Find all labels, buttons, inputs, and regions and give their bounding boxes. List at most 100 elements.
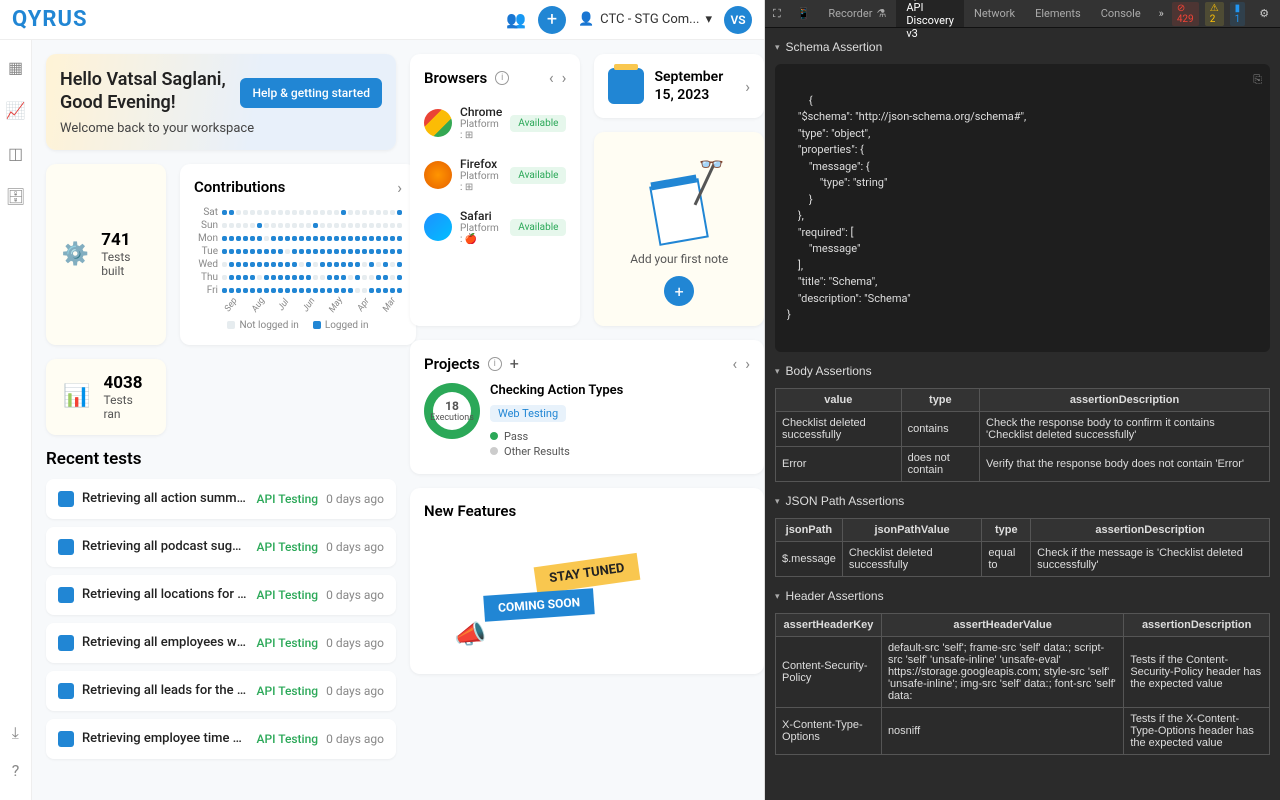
info-icon[interactable]: i <box>495 71 509 85</box>
project-title: Checking Action Types <box>490 383 750 399</box>
test-name: Retrieving all locations for th... <box>82 587 248 602</box>
test-time: 0 days ago <box>326 636 384 650</box>
next-icon[interactable]: › <box>562 68 567 87</box>
nav-help-icon[interactable]: ? <box>12 761 20 780</box>
browser-item: ChromePlatform : ⊞Available <box>424 97 566 149</box>
schema-assertion-header[interactable]: Schema Assertion <box>775 36 1270 58</box>
contribution-heatmap: SatSunMonTueWedThuFriSepAugJulJunMayAprM… <box>194 207 402 310</box>
group-icon[interactable]: 👥 <box>506 10 526 29</box>
table-header: value <box>776 389 902 412</box>
chevron-right-icon[interactable]: › <box>397 178 402 197</box>
device-icon[interactable]: 📱 <box>789 7 819 20</box>
test-tag: API Testing <box>256 588 318 602</box>
body: ▦ 📈 ◫ 🗄 ⤓ ? Hello Vatsal Saglani, Good E… <box>0 40 764 800</box>
help-button[interactable]: Help & getting started <box>240 78 382 108</box>
test-name: Retrieving all leads for the da... <box>82 683 248 698</box>
table-row: Errordoes not containVerify that the res… <box>776 447 1270 482</box>
test-item[interactable]: Retrieving all locations for th... API Te… <box>46 575 396 615</box>
test-icon <box>58 683 74 699</box>
add-project-icon[interactable]: + <box>510 354 519 373</box>
nav-data-icon[interactable]: 🗄 <box>5 187 25 206</box>
header-assertions-header[interactable]: Header Assertions <box>775 585 1270 607</box>
test-item[interactable]: Retrieving all leads for the da... API Te… <box>46 671 396 711</box>
browser-icon <box>424 109 452 137</box>
test-icon <box>58 491 74 507</box>
header-assertions-table: assertHeaderKeyassertHeaderValueassertio… <box>775 613 1270 755</box>
nav-analytics-icon[interactable]: 📈 <box>6 101 26 120</box>
test-item[interactable]: Retrieving all action summar...API Testi… <box>46 479 396 519</box>
heatmap-legend: Not logged in Logged in <box>194 320 402 331</box>
test-item[interactable]: Retrieving all podcast sugge...API Testi… <box>46 527 396 567</box>
test-name: Retrieving all employees with... <box>82 635 248 650</box>
test-time: 0 days ago <box>326 588 384 602</box>
notepad-illustration: 👓 <box>634 152 724 242</box>
tests-built-icon: ⚙️ <box>60 237 91 271</box>
tab-network[interactable]: Network <box>964 0 1025 27</box>
test-icon <box>58 539 74 555</box>
test-name: Retrieving employee time at ... <box>82 731 248 746</box>
stats-row: ⚙️ 741 Tests built Contributions › SatSu… <box>46 164 396 345</box>
prev-icon[interactable]: ‹ <box>549 68 554 87</box>
info-icon[interactable]: i <box>488 357 502 371</box>
browser-item: FirefoxPlatform : ⊞Available <box>424 149 566 201</box>
error-badge[interactable]: ⊘ 429 <box>1172 2 1199 26</box>
table-header: jsonPath <box>776 519 843 542</box>
info-badge[interactable]: ▮ 1 <box>1230 2 1246 26</box>
table-row: X-Content-Type-OptionsnosniffTests if th… <box>776 708 1270 755</box>
add-note-button[interactable]: + <box>664 276 694 306</box>
body-assertions-table: valuetypeassertionDescription Checklist … <box>775 388 1270 482</box>
nav-download-icon[interactable]: ⤓ <box>12 723 20 743</box>
body-assertions-header[interactable]: Body Assertions <box>775 360 1270 382</box>
user-icon: 👤 <box>578 12 594 27</box>
topbar-right: 👥 + 👤 CTC - STG Com... ▾ VS <box>506 6 752 34</box>
header-assertions-section: Header Assertions assertHeaderKeyassertH… <box>775 585 1270 755</box>
test-tag: API Testing <box>256 684 318 698</box>
nav-apps-icon[interactable]: ◫ <box>8 144 23 163</box>
jsonpath-assertions-header[interactable]: JSON Path Assertions <box>775 490 1270 512</box>
next-icon[interactable]: › <box>745 354 750 373</box>
table-header: type <box>982 519 1031 542</box>
contrib-title: Contributions <box>194 178 285 196</box>
jsonpath-assertions-table: jsonPathjsonPathValuetypeassertionDescri… <box>775 518 1270 577</box>
date-card: September 15, 2023 › <box>594 54 764 118</box>
inspect-icon[interactable]: ⛶ <box>765 7 789 21</box>
table-header: assertionDescription <box>1124 614 1270 637</box>
tab-elements[interactable]: Elements <box>1025 0 1091 27</box>
date-text: September 15, 2023 <box>654 68 735 104</box>
tab-console[interactable]: Console <box>1091 0 1151 27</box>
executions-donut: 18Executions <box>424 383 480 439</box>
more-tabs-icon[interactable]: » <box>1151 7 1172 20</box>
nav-dashboard-icon[interactable]: ▦ <box>8 58 23 77</box>
test-tag: API Testing <box>256 540 318 554</box>
table-header: assertionDescription <box>980 389 1270 412</box>
company-selector[interactable]: 👤 CTC - STG Com... ▾ <box>578 12 712 27</box>
browser-icon <box>424 161 452 189</box>
avatar[interactable]: VS <box>724 6 752 34</box>
chevron-right-icon[interactable]: › <box>745 77 750 96</box>
browser-name: Safari <box>460 209 502 223</box>
note-card: 👓 Add your first note + <box>594 132 764 326</box>
body-assertions-section: Body Assertions valuetypeassertionDescri… <box>775 360 1270 482</box>
test-item[interactable]: Retrieving all employees with...API Test… <box>46 623 396 663</box>
tab-recorder[interactable]: Recorder ⚗ <box>818 0 896 27</box>
table-header: assertionDescription <box>1031 519 1270 542</box>
table-row: $.messageChecklist deleted successfullye… <box>776 542 1270 577</box>
copy-icon[interactable]: ⎘ <box>1253 72 1262 89</box>
contributions-card: Contributions › SatSunMonTueWedThuFriSep… <box>180 164 416 345</box>
tab-qyrus-api[interactable]: Qyrus API Discovery v3 <box>896 0 964 27</box>
table-header: type <box>901 389 979 412</box>
add-button[interactable]: + <box>538 6 566 34</box>
test-icon <box>58 587 74 603</box>
schema-assertion-section: Schema Assertion ⎘{ "$schema": "http://j… <box>775 36 1270 352</box>
gear-icon[interactable]: ⚙ <box>1251 7 1277 20</box>
test-item[interactable]: Retrieving employee time at ...API Testi… <box>46 719 396 759</box>
browser-platform: Platform : ⊞ <box>460 119 502 141</box>
tests-built-card: ⚙️ 741 Tests built <box>46 164 166 345</box>
tests-ran-card: 📊 4038 Tests ran <box>46 359 166 435</box>
prev-icon[interactable]: ‹ <box>732 354 737 373</box>
browser-platform: Platform : ⊞ <box>460 171 502 193</box>
megaphone-icon: 📣 <box>454 620 486 650</box>
test-time: 0 days ago <box>326 492 384 506</box>
test-icon <box>58 635 74 651</box>
warn-badge[interactable]: ⚠ 2 <box>1205 2 1224 26</box>
